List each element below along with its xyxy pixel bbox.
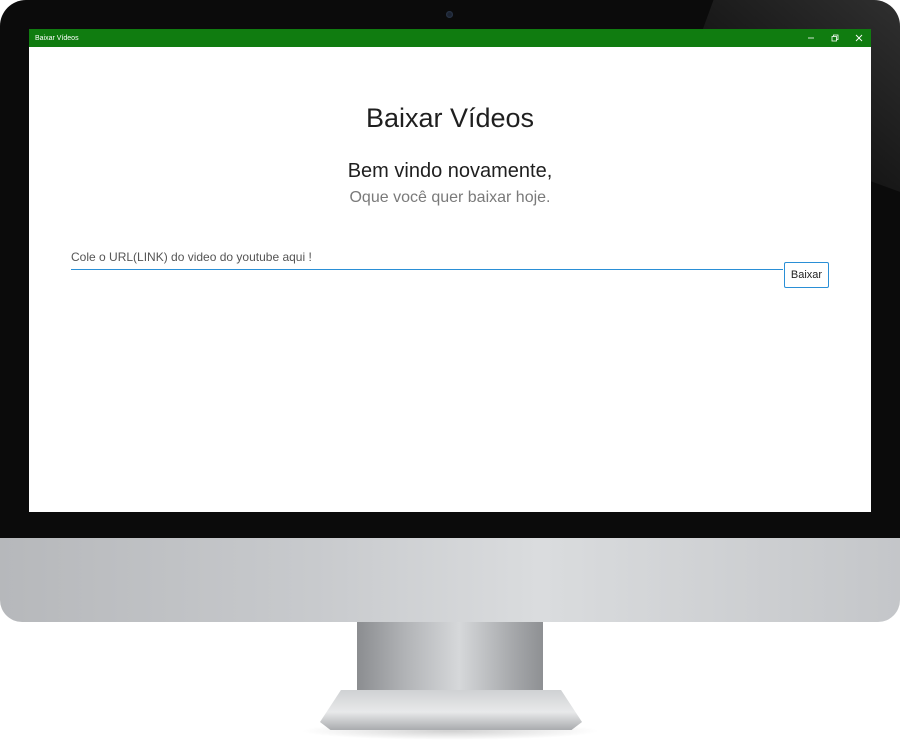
close-icon [855,34,863,42]
camera-icon [446,11,453,18]
desktop-scene: Baixar Vídeos Baixar Vídeos Bem vindo no… [0,0,900,753]
minimize-button[interactable] [799,29,823,47]
monitor-stand-base [320,690,582,730]
page-title: Baixar Vídeos [365,103,535,133]
subtitle-message: Oque você quer baixar hoje. [349,189,551,206]
download-button[interactable]: Baixar [784,262,829,288]
restore-icon [831,34,839,42]
window-controls [799,29,871,47]
minimize-icon [808,37,814,39]
welcome-message: Bem vindo novamente, [347,160,553,182]
restore-button[interactable] [823,29,847,47]
main-content: Baixar Vídeos Bem vindo novamente, Oque … [29,47,871,512]
close-button[interactable] [847,29,871,47]
title-bar[interactable]: Baixar Vídeos [29,29,871,47]
window-title: Baixar Vídeos [35,34,79,42]
monitor-chin [0,538,900,622]
app-window: Baixar Vídeos Baixar Vídeos Bem vindo no… [29,29,871,512]
url-input[interactable] [71,245,783,270]
